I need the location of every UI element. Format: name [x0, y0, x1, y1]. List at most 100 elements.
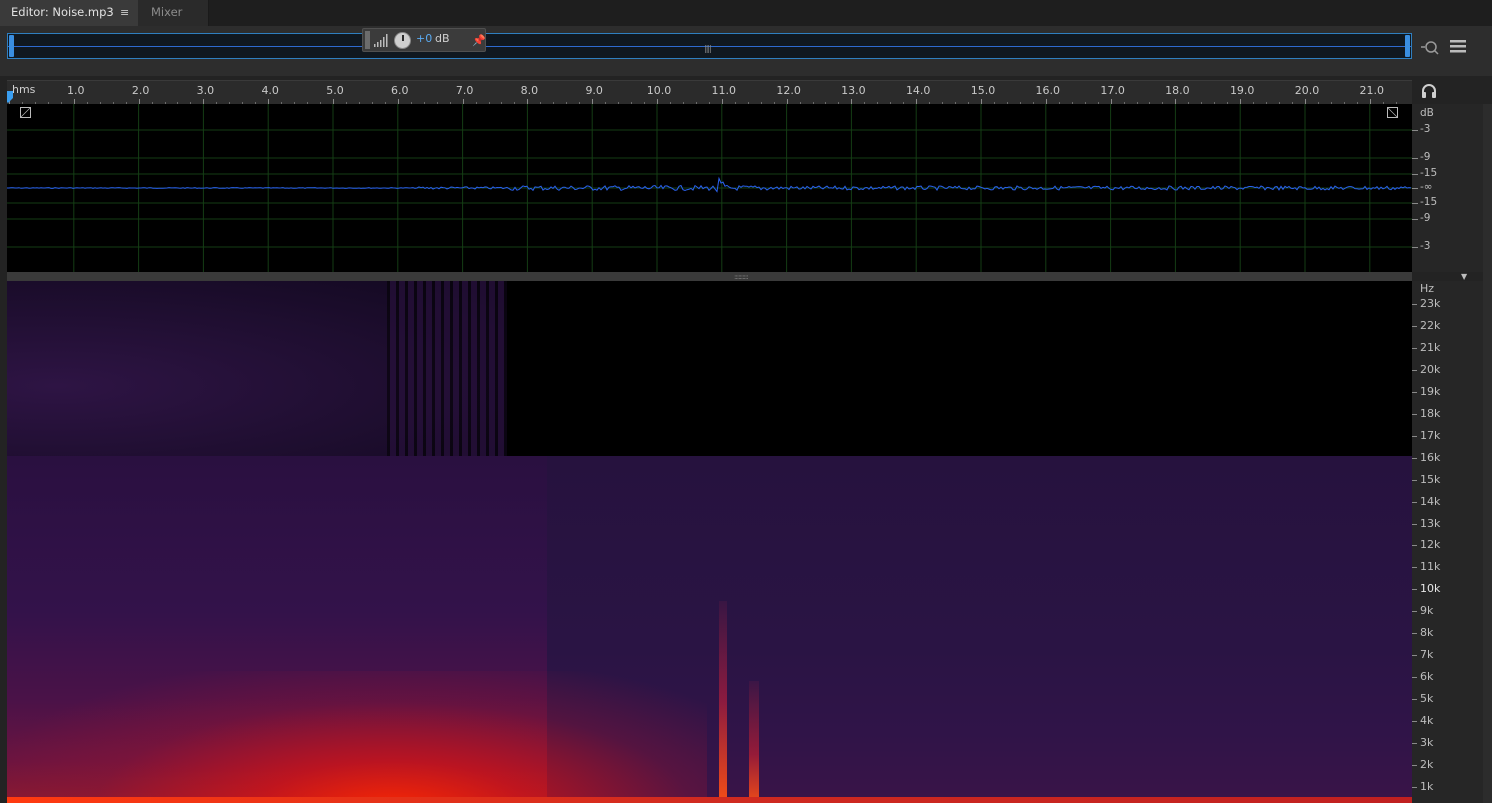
hz-scale-tick — [1412, 611, 1417, 613]
hz-scale-tick — [1412, 764, 1417, 766]
ruler-tick-label: 9.0 — [585, 84, 603, 97]
overview-right-handle[interactable] — [1405, 35, 1410, 57]
db-scale-label: -15 — [1420, 167, 1438, 179]
hz-scale-tick — [1412, 325, 1417, 327]
ruler-tick-label: 5.0 — [326, 84, 344, 97]
db-scale-label: -9 — [1420, 212, 1431, 224]
hz-scale-label: 11k — [1420, 560, 1441, 574]
ruler-tick-label: 3.0 — [196, 84, 215, 97]
hamburger-icon[interactable]: ≡ — [120, 0, 129, 25]
hz-scale-label: 5k — [1420, 692, 1434, 706]
tab-mixer[interactable]: Mixer — [138, 0, 209, 26]
hz-scale-tick — [1412, 391, 1417, 393]
db-scale-label: -3 — [1420, 123, 1431, 135]
ruler-tick-label: 17.0 — [1100, 84, 1125, 97]
hz-scale-label: 20k — [1420, 362, 1441, 376]
db-unit-label: dB — [1420, 107, 1434, 119]
overview-left-handle[interactable] — [9, 35, 14, 57]
headphones-icon[interactable] — [1421, 83, 1437, 99]
hz-scale-tick — [1412, 304, 1417, 305]
waveform-display[interactable] — [7, 104, 1412, 272]
hz-scale-label: 1k — [1420, 779, 1434, 793]
ruler-tick-label: 19.0 — [1229, 84, 1255, 97]
db-scale-tick — [1412, 203, 1418, 204]
hz-scale-tick — [1412, 633, 1417, 635]
view-divider[interactable] — [7, 272, 1412, 281]
hz-scale-tick — [1412, 413, 1417, 415]
db-scale-tick — [1412, 158, 1418, 159]
tab-bar — [0, 0, 1492, 26]
hz-scale-label: 6k — [1420, 670, 1434, 684]
spectral-frequency-display[interactable] — [7, 281, 1412, 803]
ruler-tick-label: 12.0 — [776, 84, 801, 97]
hz-scale-tick — [1412, 347, 1417, 349]
list-icon[interactable] — [1450, 40, 1466, 54]
db-scale-tick — [1412, 174, 1418, 175]
divider-grip[interactable]: :::::::::: — [734, 273, 749, 281]
hz-scale-label: 3k — [1420, 736, 1434, 749]
waveform-trace — [7, 176, 1412, 193]
chevron-down-icon[interactable]: ▼ — [1461, 272, 1467, 281]
hz-scale-label: 4k — [1420, 714, 1434, 728]
db-scale-label: -15 — [1420, 196, 1438, 208]
hz-scale-label: 12k — [1420, 538, 1441, 552]
ruler-tick-label: 8.0 — [520, 84, 539, 97]
spectral-transient-band-2 — [749, 681, 759, 803]
hz-scale-label: 23k — [1420, 297, 1441, 310]
hz-scale-tick — [1412, 743, 1417, 744]
hz-scale-tick — [1412, 677, 1417, 679]
ruler-tick-label: 7.0 — [455, 84, 474, 97]
db-scale-tick — [1412, 130, 1418, 131]
hz-scale-label: 8k — [1420, 626, 1434, 640]
db-scale: dB -3 -9 -15 -∞ -15 -9 -3 — [1412, 104, 1492, 272]
hz-scale-tick — [1412, 699, 1417, 701]
tab-editor[interactable]: Editor: Noise.mp3 ≡ — [0, 0, 138, 26]
db-scale-label: -3 — [1420, 240, 1431, 252]
hz-scale-label: 9k — [1420, 604, 1434, 618]
left-border — [0, 80, 7, 803]
db-scale-label: -9 — [1420, 151, 1431, 163]
hz-scale-tick — [1412, 457, 1417, 459]
db-scale-tick — [1412, 188, 1418, 189]
hz-scale-tick — [1412, 589, 1417, 591]
volume-bars-icon — [374, 34, 388, 47]
tab-mixer-label: Mixer — [151, 5, 183, 19]
hz-scale-label: 16k — [1420, 450, 1441, 464]
hz-scale-label: 2k — [1420, 757, 1434, 771]
ruler-tick-label: 10.0 — [646, 84, 672, 97]
waveform-canvas — [7, 104, 1412, 272]
ruler-tick-label: 16.0 — [1035, 84, 1061, 97]
time-ruler[interactable]: 1.0 2.0 3.0 4.0 5.0 6.0 7.0 8.0 9.0 10.0 11.0 12.0 1… — [7, 80, 1412, 105]
pin-icon[interactable]: 📌 — [472, 34, 486, 47]
tab-editor-label: Editor: Noise.mp3 — [11, 5, 114, 19]
zoom-icon[interactable] — [1420, 39, 1440, 57]
spectral-dropout-bands — [387, 281, 512, 456]
ruler-tick-label: 2.0 — [131, 84, 150, 97]
ruler-tick-label: 11.0 — [711, 84, 737, 97]
ruler-tick-label: 15.0 — [970, 84, 996, 97]
ruler-tick-label: 21.0 — [1359, 84, 1385, 97]
hz-scale-label: 15k — [1420, 472, 1441, 486]
gain-value[interactable]: +0 — [416, 32, 432, 45]
hz-scale-label: 7k — [1420, 648, 1434, 662]
hz-scale: Hz 23k 22k 21k 20k 19k 18k 17k 16k 15k 14k 13k 12k 11… — [1412, 281, 1492, 803]
gain-knob-icon[interactable] — [394, 32, 411, 49]
ruler-tick-label: 18.0 — [1165, 84, 1190, 97]
hz-scale-label: 19k — [1420, 384, 1441, 398]
hz-scale-label: 14k — [1420, 494, 1441, 508]
spectral-transient-band-1 — [719, 601, 727, 803]
ruler-tick-label: 1.0 — [67, 84, 85, 97]
hud-drag-handle[interactable] — [365, 31, 370, 49]
hz-scale-tick — [1412, 786, 1417, 788]
hz-scale-tick — [1412, 479, 1417, 481]
db-scale-label: -∞ — [1420, 181, 1433, 193]
overview-scroll-grip[interactable]: |||| — [704, 44, 712, 53]
ruler-tick-label: 4.0 — [261, 84, 279, 97]
fade-out-handle[interactable] — [1387, 107, 1398, 118]
fade-in-handle[interactable] — [20, 107, 31, 118]
gain-unit: dB — [435, 32, 450, 45]
right-scrollbar[interactable] — [1483, 104, 1492, 803]
hz-scale-label: 18k — [1420, 406, 1441, 420]
spectral-cutoff-region — [507, 281, 1412, 456]
ruler-tick-label: 20.0 — [1294, 84, 1320, 97]
